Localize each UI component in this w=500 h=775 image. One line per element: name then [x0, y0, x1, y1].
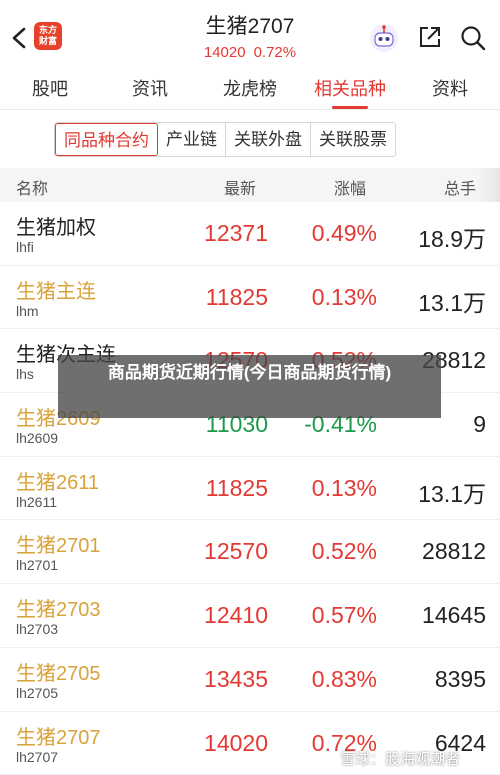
- total-volume: 8395: [434, 665, 486, 692]
- table-row[interactable]: 生猪2705 lh2705 13435 0.83% 8395: [0, 648, 500, 712]
- change-percent: 0.52%: [311, 538, 377, 565]
- subtab-related-foreign[interactable]: 关联外盘: [226, 123, 311, 156]
- table-row[interactable]: 生猪2611 lh2611 11825 0.13% 13.1万: [0, 457, 500, 521]
- contract-name: 生猪2701: [16, 535, 101, 558]
- price-summary: 14020 0.72%: [150, 42, 350, 64]
- subtab-related-stocks[interactable]: 关联股票: [311, 123, 395, 156]
- table-header: 名称 最新 涨幅 总手: [0, 168, 500, 202]
- change-percent: 0.57%: [311, 602, 377, 629]
- contract-name: 生猪2705: [16, 662, 101, 685]
- subtab-industry-chain[interactable]: 产业链: [158, 123, 226, 156]
- tab-related-products[interactable]: 相关品种: [300, 70, 400, 109]
- change-percent: 0.13%: [311, 283, 377, 310]
- scroll-fade: [478, 168, 500, 202]
- change-percent: 0.83%: [311, 665, 377, 692]
- total-volume: 28812: [422, 538, 486, 565]
- share-icon[interactable]: [418, 25, 442, 49]
- table-row[interactable]: 生猪2703 lh2703 12410 0.57% 14645: [0, 584, 500, 648]
- contract-code: lh2705: [16, 684, 59, 701]
- contract-code: lh2609: [16, 430, 59, 447]
- tab-dragon-tiger[interactable]: 龙虎榜: [200, 70, 300, 109]
- column-name: 名称: [16, 181, 49, 198]
- change-percent: 0.13%: [311, 474, 377, 501]
- column-last-price[interactable]: 最新: [224, 175, 256, 199]
- instrument-header: 生猪2707 14020 0.72%: [150, 14, 350, 64]
- contract-name: 生猪2707: [16, 726, 101, 749]
- app-header: 东方 财富 生猪2707 14020 0.72%: [0, 0, 500, 70]
- last-price: 12371: [204, 220, 268, 246]
- contract-code: lhfi: [16, 239, 34, 255]
- total-volume: 14645: [422, 602, 486, 629]
- contract-code: lh2611: [16, 493, 58, 510]
- contract-code: lhm: [16, 302, 39, 319]
- last-price: 12410: [204, 602, 268, 629]
- price-change: 0.72%: [253, 44, 297, 61]
- app-logo: 东方 财富: [34, 22, 62, 50]
- contract-name: 生猪加权: [16, 217, 96, 239]
- watermark-text: 雪球：股海观潮者: [340, 751, 461, 768]
- contract-name: 生猪主连: [16, 280, 96, 303]
- contract-code: lh2707: [16, 748, 59, 765]
- contract-code: lh2701: [16, 557, 59, 574]
- table-row[interactable]: 生猪2701 lh2701 12570 0.52% 28812: [0, 520, 500, 585]
- total-volume: 13.1万: [418, 480, 486, 507]
- caption-overlay: 商品期货近期行情(今日商品期货行情): [58, 355, 441, 418]
- search-icon[interactable]: [460, 25, 486, 51]
- last-price: 11825: [205, 283, 268, 310]
- assistant-robot-icon[interactable]: [368, 22, 400, 54]
- last-price: 11825: [205, 474, 268, 501]
- back-arrow-icon[interactable]: [10, 26, 28, 50]
- contract-name: 生猪2611: [16, 471, 100, 494]
- table-row[interactable]: 生猪加权 lhfi 12371 0.49% 18.9万: [0, 202, 500, 266]
- tab-guba[interactable]: 股吧: [0, 70, 100, 109]
- contracts-table: 生猪加权 lhfi 12371 0.49% 18.9万 生猪主连 lhm 118…: [0, 202, 500, 775]
- total-volume: 13.1万: [418, 289, 486, 316]
- last-price: 14020: [204, 729, 268, 756]
- total-volume: 18.9万: [418, 226, 486, 252]
- tab-news[interactable]: 资讯: [100, 70, 200, 109]
- page-title: 生猪2707: [205, 15, 295, 38]
- change-percent: 0.49%: [311, 220, 377, 246]
- contract-code: lh2703: [16, 621, 59, 638]
- contract-name: 生猪2703: [16, 599, 101, 622]
- column-volume[interactable]: 总手: [444, 175, 476, 199]
- main-tabs: 股吧 资讯 龙虎榜 相关品种 资料: [0, 70, 500, 110]
- sub-tabs: 同品种合约 产业链 关联外盘 关联股票: [54, 122, 396, 157]
- subtab-same-contracts[interactable]: 同品种合约: [55, 123, 158, 156]
- column-change[interactable]: 涨幅: [334, 175, 366, 199]
- tab-profile[interactable]: 资料: [400, 70, 500, 109]
- contract-code: lhs: [16, 366, 34, 383]
- total-volume: 9: [473, 411, 486, 438]
- current-price: 14020: [203, 44, 246, 61]
- last-price: 12570: [204, 538, 268, 565]
- last-price: 13435: [204, 665, 268, 692]
- table-row[interactable]: 生猪主连 lhm 11825 0.13% 13.1万: [0, 266, 500, 330]
